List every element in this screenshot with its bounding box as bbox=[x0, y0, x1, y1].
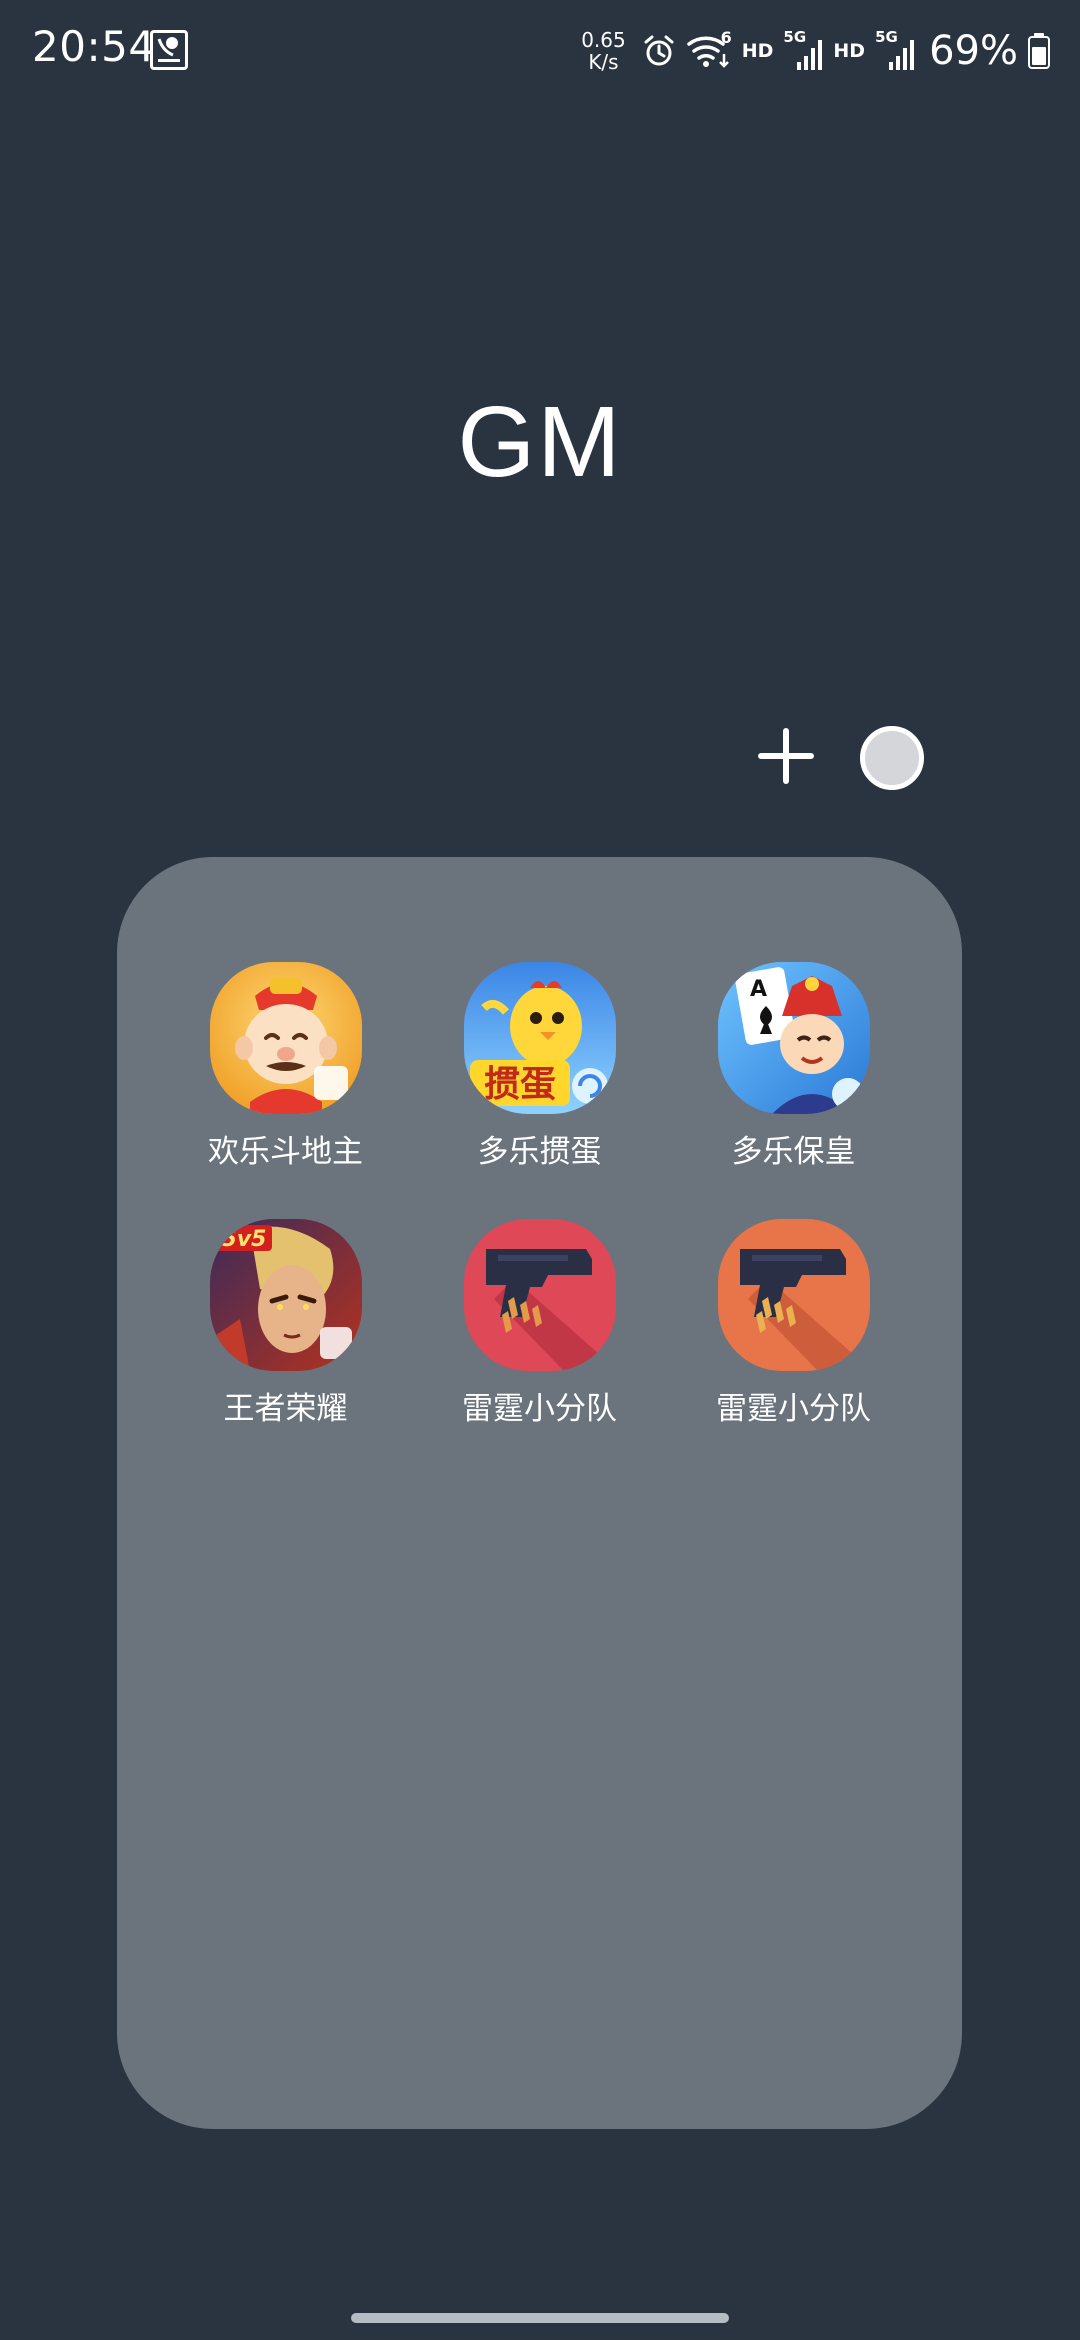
app-item-honor-of-kings[interactable]: 5v5 王者荣耀 bbox=[159, 1219, 413, 1428]
status-time: 20:54 bbox=[32, 22, 156, 71]
thunder-squad-orange-app-icon[interactable] bbox=[717, 1219, 870, 1371]
svg-text:A: A bbox=[750, 977, 767, 1002]
network-speed-value: 0.65 bbox=[581, 28, 626, 52]
home-gesture-bar[interactable] bbox=[351, 2313, 729, 2323]
network-speed: 0.65 K/s bbox=[581, 29, 626, 73]
app-item-thunder-squad-red[interactable]: 雷霆小分队 bbox=[413, 1219, 667, 1428]
assistant-app-icon bbox=[150, 30, 188, 70]
app-item-thunder-squad-orange[interactable]: 雷霆小分队 bbox=[667, 1219, 921, 1428]
app-item-doudizhu[interactable]: 欢乐斗地主 bbox=[159, 962, 413, 1171]
battery-percent: 69% bbox=[929, 28, 1018, 74]
app-label: 雷霆小分队 bbox=[716, 1391, 871, 1427]
app-label: 王者荣耀 bbox=[223, 1391, 348, 1427]
honor-of-kings-app-icon[interactable]: 5v5 bbox=[209, 1219, 362, 1371]
wifi-icon: 6 bbox=[686, 28, 732, 70]
cellular-signal-icon-2: 5G bbox=[875, 28, 915, 74]
folder-color-button[interactable] bbox=[860, 726, 924, 790]
svg-text:掼蛋: 掼蛋 bbox=[483, 1064, 555, 1105]
app-item-baohuang[interactable]: A 多乐保皇 bbox=[667, 962, 921, 1171]
baohuang-app-icon[interactable]: A bbox=[717, 962, 870, 1114]
app-item-guandan[interactable]: 掼蛋 多乐掼蛋 bbox=[413, 962, 667, 1171]
cellular-signal-icon: 5G bbox=[783, 28, 823, 74]
doudizhu-app-icon[interactable] bbox=[209, 962, 362, 1114]
folder-panel: 欢乐斗地主 掼蛋 多乐掼蛋 A 多乐保皇 5v5 王者荣耀 雷霆小分队 雷霆小分… bbox=[117, 857, 962, 2129]
battery-icon bbox=[1028, 33, 1050, 69]
app-label: 多乐掼蛋 bbox=[477, 1134, 602, 1170]
guandan-app-icon[interactable]: 掼蛋 bbox=[463, 962, 616, 1114]
app-label: 多乐保皇 bbox=[731, 1134, 856, 1170]
alarm-icon bbox=[642, 34, 676, 68]
wifi-badge: 6 bbox=[720, 28, 732, 47]
app-grid: 欢乐斗地主 掼蛋 多乐掼蛋 A 多乐保皇 5v5 王者荣耀 雷霆小分队 雷霆小分… bbox=[117, 962, 962, 1428]
thunder-squad-red-app-icon[interactable] bbox=[463, 1219, 616, 1371]
svg-text:5v5: 5v5 bbox=[221, 1227, 266, 1252]
app-label: 欢乐斗地主 bbox=[208, 1134, 363, 1170]
hd-label-1: HD bbox=[741, 40, 774, 62]
network-speed-unit: K/s bbox=[588, 50, 619, 74]
app-label: 雷霆小分队 bbox=[462, 1391, 617, 1427]
folder-title[interactable]: GM bbox=[0, 385, 1080, 500]
status-bar: 20:54 0.65 K/s 6 HD 5G HD 5G 69% bbox=[0, 0, 1080, 100]
hd-label-2: HD bbox=[833, 40, 866, 62]
status-right-group: 0.65 K/s 6 HD 5G HD 5G 69% bbox=[581, 22, 1050, 80]
add-app-button[interactable] bbox=[756, 726, 816, 786]
